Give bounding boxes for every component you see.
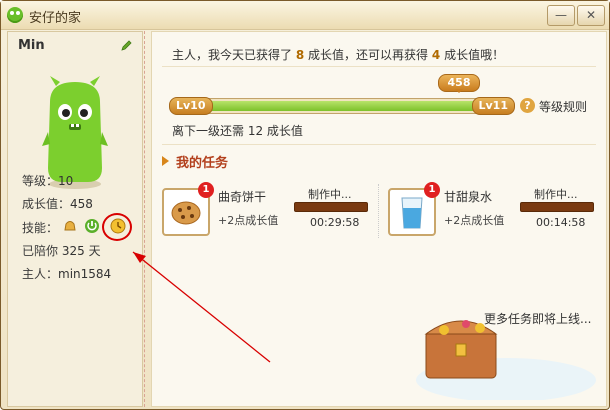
divider-line [162,66,596,67]
task-name: 曲奇饼干 [218,190,267,204]
power-skill-icon[interactable] [84,218,100,234]
days-unit: 天 [88,244,101,258]
task-card[interactable]: 1 甘甜泉水 +2点成长值 制作中... 00:14:58 [388,182,606,242]
task-status: 制作中... [308,188,352,201]
task-reward: +2点成长值 [218,214,279,227]
growth-stat: 成长值：458 [22,195,93,212]
owner-value: min1584 [58,267,112,281]
panel-divider [144,31,145,407]
summary-text-3: 成长值哦！ [444,48,505,62]
task-timer: 00:14:58 [536,216,586,229]
task-card[interactable]: 1 曲奇饼干 +2点成长值 制作中... 00:29:58 [162,182,380,242]
level-rules-link[interactable]: 等级规则 [539,98,587,115]
days-stat: 已陪你 325 天 [22,242,101,259]
minimize-button[interactable]: — [547,5,575,26]
owner-label: 主人： [22,267,59,281]
app-logo-icon [7,7,23,23]
more-tasks-coming: 更多任务即将上线... [484,312,592,326]
section-arrow-icon [162,156,174,166]
bell-skill-icon[interactable] [62,218,78,234]
annotation-circle [102,213,132,241]
growth-label: 成长值： [22,197,71,211]
summary-text-1: 主人，我今天已获得了 [172,48,293,62]
level-value: 10 [58,174,74,188]
current-growth-bubble: 458 [438,74,480,93]
title-bar[interactable]: 安仔的家 — ✕ [1,1,609,30]
help-icon[interactable]: ? [520,98,535,113]
task-badge: 1 [198,182,214,198]
start-level-label: Lv10 [169,97,213,115]
daily-summary: 主人，我今天已获得了 8 成长值，还可以再获得 4 成长值哦！ [172,46,504,63]
growth-panel: 主人，我今天已获得了 8 成长值，还可以再获得 4 成长值哦！ 458 Lv10… [151,31,607,407]
task-reward: +2点成长值 [444,214,505,227]
end-level-label: Lv11 [471,97,515,115]
growth-value: 458 [70,197,93,211]
remaining-value: 4 [431,48,441,62]
app-window: 安仔的家 — ✕ Min 等级：10 成长值：458 技能： 已陪你 325 天… [0,0,610,410]
edit-name-icon[interactable] [120,40,132,52]
pet-profile-panel: Min 等级：10 成长值：458 技能： 已陪你 325 天 主人：min15… [7,31,143,407]
task-progress-bar [294,202,368,212]
task-status: 制作中... [534,188,578,201]
skills-label: 技能： [22,221,59,235]
next-level-requirement: 离下一级还需 12 成长值 [172,124,303,138]
level-stat: 等级：10 [22,172,73,189]
close-button[interactable]: ✕ [577,5,605,26]
divider-line [162,144,596,145]
level-progress-bar: Lv10 Lv11 [169,97,515,115]
earned-value: 8 [295,48,305,62]
level-label: 等级： [22,174,59,188]
task-divider [378,184,379,238]
my-tasks-title: 我的任务 [176,156,229,171]
task-timer: 00:29:58 [310,216,360,229]
task-progress-bar [520,202,594,212]
task-badge: 1 [424,182,440,198]
level-progress-fill [173,101,487,111]
summary-text-2: 成长值，还可以再获得 [308,48,429,62]
days-value: 325 [61,244,85,258]
days-prefix: 已陪你 [22,244,59,258]
window-title: 安仔的家 [29,11,82,26]
pet-name: Min [18,38,45,53]
task-name: 甘甜泉水 [444,190,493,204]
owner-stat: 主人：min1584 [22,265,111,282]
